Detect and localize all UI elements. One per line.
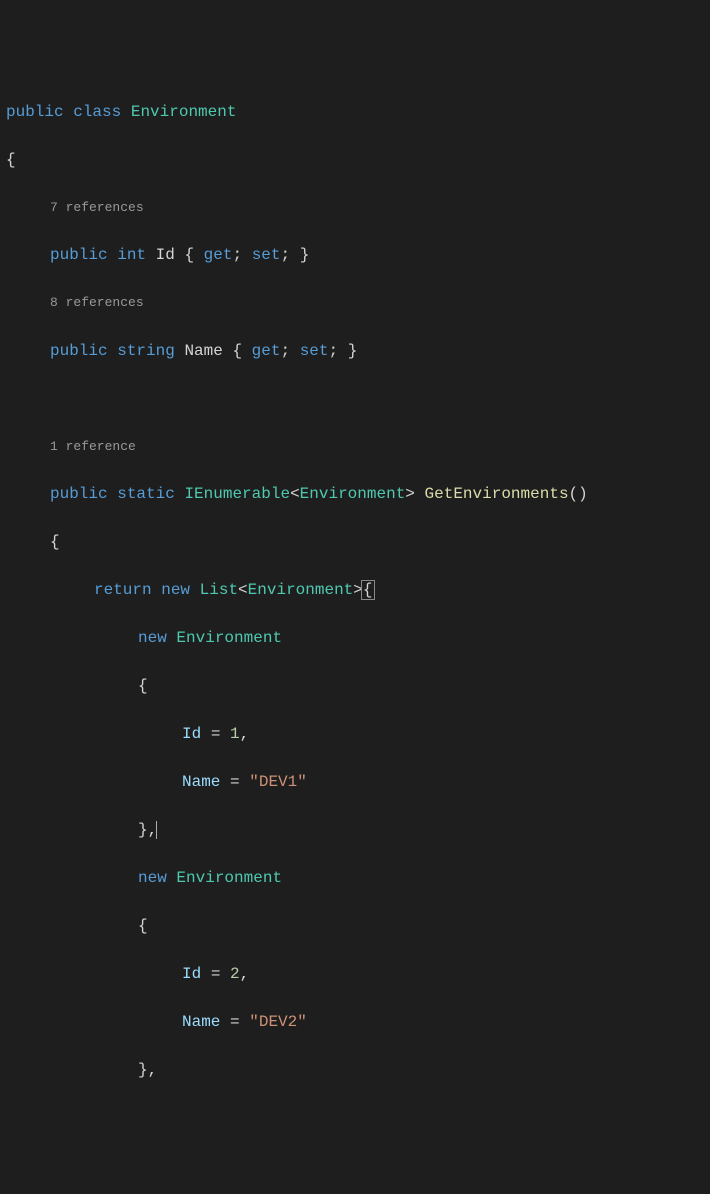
object-brace-close-1: }, [6, 818, 704, 842]
keyword-public: public [6, 103, 64, 121]
object-brace-open-2: { [6, 914, 704, 938]
codelens-name[interactable]: 8 references [6, 291, 704, 314]
assign-name-2: Name = "DEV2" [6, 1010, 704, 1034]
matching-brace-highlight: { [361, 580, 375, 600]
codelens-id[interactable]: 7 references [6, 196, 704, 219]
blank-line [6, 387, 704, 411]
method-brace-open: { [6, 530, 704, 554]
object-init-1: new Environment [6, 626, 704, 650]
assign-name-1: Name = "DEV1" [6, 770, 704, 794]
object-init-2: new Environment [6, 866, 704, 890]
brace-open: { [6, 148, 704, 172]
property-id: public int Id { get; set; } [6, 243, 704, 267]
codelens-method[interactable]: 1 reference [6, 435, 704, 458]
code-line-class-decl: public class Environment [6, 100, 704, 124]
method-signature: public static IEnumerable<Environment> G… [6, 482, 704, 506]
return-statement: return new List<Environment>{ [6, 578, 704, 602]
class-name: Environment [131, 103, 237, 121]
assign-id-2: Id = 2, [6, 962, 704, 986]
keyword-class: class [73, 103, 121, 121]
object-brace-open-1: { [6, 674, 704, 698]
property-name: public string Name { get; set; } [6, 339, 704, 363]
object-brace-close-2: }, [6, 1058, 704, 1082]
assign-id-1: Id = 1, [6, 722, 704, 746]
